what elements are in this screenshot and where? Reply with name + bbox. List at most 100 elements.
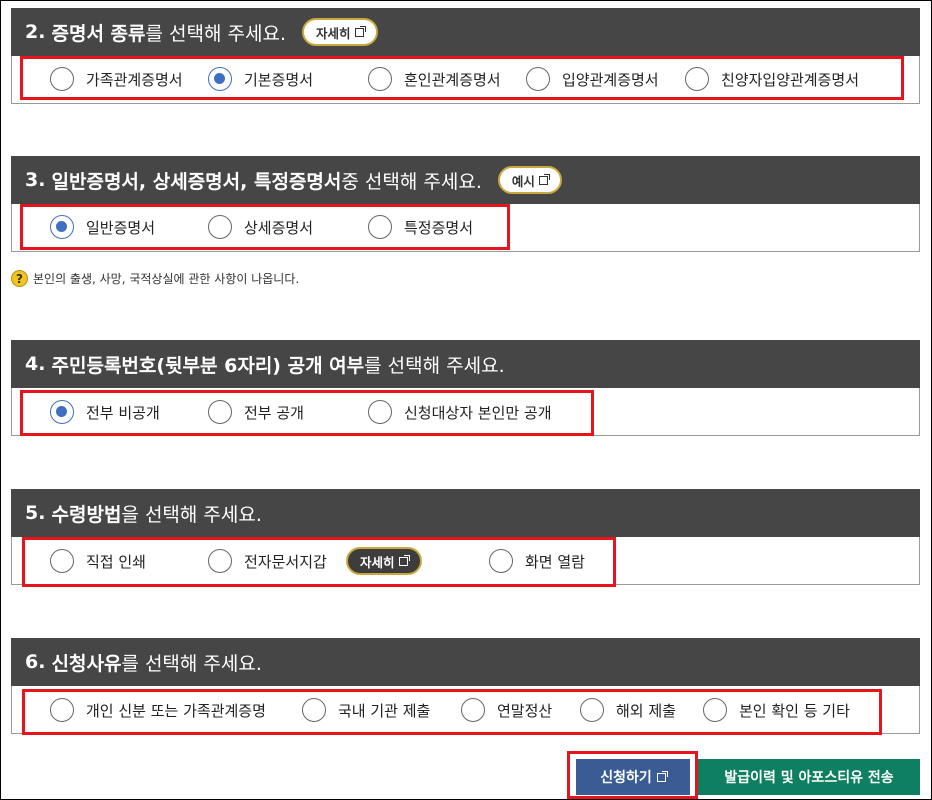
section-number: 2. <box>25 21 46 43</box>
section-options: 가족관계증명서 기본증명서 혼인관계증명서 입양관계증명서 친양자입양관계증명서 <box>11 56 920 104</box>
radio-button[interactable] <box>208 549 232 573</box>
option-label: 특정증명서 <box>404 218 474 237</box>
issue-history-button[interactable]: 발급이력 및 아포스티유 전송 <box>698 759 920 795</box>
radio-option-other[interactable]: 본인 확인 등 기타 <box>703 698 850 722</box>
external-link-icon <box>538 173 550 185</box>
apply-button-label: 신청하기 <box>600 770 652 786</box>
radio-option-full-adoption[interactable]: 친양자입양관계증명서 <box>685 67 859 91</box>
section-header: 4. 주민등록번호(뒷부분 6자리) 공개 여부 를 선택해 주세요. <box>11 340 920 388</box>
details-button-label: 자세히 <box>360 554 395 570</box>
option-label: 기본증명서 <box>244 70 314 89</box>
option-label: 친양자입양관계증명서 <box>721 70 860 89</box>
radio-option-marriage[interactable]: 혼인관계증명서 <box>368 67 501 91</box>
section-title-bold: 일반증명서, 상세증명서, 특정증명서 <box>51 170 342 193</box>
section-title-bold: 신청사유 <box>51 652 122 675</box>
external-link-icon <box>656 770 668 782</box>
option-label: 신청대상자 본인만 공개 <box>404 403 552 422</box>
radio-button[interactable] <box>368 67 392 91</box>
section-resident-number: 4. 주민등록번호(뒷부분 6자리) 공개 여부 를 선택해 주세요. 전부 비공… <box>11 340 920 436</box>
radio-option-tax[interactable]: 연말정산 <box>461 698 552 722</box>
radio-option-general[interactable]: 일반증명서 <box>50 215 155 239</box>
section-number: 6. <box>25 651 46 673</box>
radio-option-screen-view[interactable]: 화면 열람 <box>489 549 585 573</box>
details-button-label: 자세히 <box>316 25 351 41</box>
option-label: 연말정산 <box>497 701 553 720</box>
section-header: 6. 신청사유 를 선택해 주세요. <box>11 638 920 686</box>
help-note-text: 본인의 출생, 사망, 국적상실에 관한 사항이 나옵니다. <box>33 272 300 286</box>
option-label: 화면 열람 <box>525 552 585 571</box>
section-receive-method: 5. 수령방법 을 선택해 주세요. 직접 인쇄 전자문서지갑 자세히 화면 열람 <box>11 489 920 587</box>
radio-option-family-relation[interactable]: 가족관계증명서 <box>50 67 183 91</box>
radio-button[interactable] <box>50 215 74 239</box>
radio-button[interactable] <box>50 67 74 91</box>
radio-button[interactable] <box>208 67 232 91</box>
radio-button[interactable] <box>703 698 727 722</box>
section-number: 3. <box>25 169 46 191</box>
details-button[interactable]: 자세히 <box>302 18 378 46</box>
issue-history-button-label: 발급이력 및 아포스티유 전송 <box>724 770 894 786</box>
section-options: 직접 인쇄 전자문서지갑 자세히 화면 열람 <box>11 537 920 587</box>
example-button[interactable]: 예시 <box>497 166 562 194</box>
radio-option-basic[interactable]: 기본증명서 <box>208 67 313 91</box>
option-label: 전부 공개 <box>244 403 304 422</box>
option-label: 상세증명서 <box>244 218 314 237</box>
section-title-bold: 증명서 종류 <box>51 22 146 45</box>
section-number: 5. <box>25 502 46 524</box>
radio-option-self-only[interactable]: 신청대상자 본인만 공개 <box>368 400 552 424</box>
option-label: 혼인관계증명서 <box>404 70 501 89</box>
e-wallet-details-button[interactable]: 자세히 <box>346 547 422 575</box>
section-title-rest: 를 선택해 주세요. <box>145 22 286 45</box>
option-label: 직접 인쇄 <box>86 552 146 571</box>
radio-button[interactable] <box>685 67 709 91</box>
radio-button[interactable] <box>50 549 74 573</box>
section-title-bold: 수령방법 <box>51 503 122 526</box>
section-title-rest: 중 선택해 주세요. <box>341 170 482 193</box>
section-header: 5. 수령방법 을 선택해 주세요. <box>11 489 920 537</box>
radio-option-identity[interactable]: 개인 신분 또는 가족관계증명 <box>50 698 266 722</box>
radio-option-domestic[interactable]: 국내 기관 제출 <box>302 698 430 722</box>
option-label: 전자문서지갑 <box>244 552 327 571</box>
question-icon: ? <box>11 270 28 287</box>
example-button-label: 예시 <box>511 173 535 189</box>
section-title-rest: 를 선택해 주세요. <box>364 354 505 377</box>
radio-button[interactable] <box>50 698 74 722</box>
radio-button[interactable] <box>461 698 485 722</box>
radio-option-overseas[interactable]: 해외 제출 <box>580 698 676 722</box>
section-certificate-detail: 3. 일반증명서, 상세증명서, 특정증명서 중 선택해 주세요. 예시 일반증… <box>11 156 920 252</box>
section-title-bold: 주민등록번호(뒷부분 6자리) 공개 여부 <box>51 354 365 377</box>
radio-button[interactable] <box>208 400 232 424</box>
apply-button[interactable]: 신청하기 <box>576 759 690 795</box>
section-certificate-type: 2. 증명서 종류 를 선택해 주세요. 자세히 가족관계증명서 기본증명서 혼인… <box>11 8 920 104</box>
section-application-reason: 6. 신청사유 를 선택해 주세요. 개인 신분 또는 가족관계증명 국내 기관 … <box>11 638 920 735</box>
radio-option-all-private[interactable]: 전부 비공개 <box>50 400 160 424</box>
option-label: 해외 제출 <box>616 701 676 720</box>
radio-option-e-wallet[interactable]: 전자문서지갑 <box>208 549 327 573</box>
option-label: 국내 기관 제출 <box>338 701 431 720</box>
option-label: 본인 확인 등 기타 <box>739 701 850 720</box>
radio-button[interactable] <box>50 400 74 424</box>
radio-option-detailed[interactable]: 상세증명서 <box>208 215 313 239</box>
radio-button[interactable] <box>208 215 232 239</box>
section-options: 전부 비공개 전부 공개 신청대상자 본인만 공개 <box>11 388 920 436</box>
section-options: 일반증명서 상세증명서 특정증명서 <box>11 204 920 252</box>
section-title-rest: 을 선택해 주세요. <box>121 503 262 526</box>
option-label: 가족관계증명서 <box>86 70 183 89</box>
help-note: ? 본인의 출생, 사망, 국적상실에 관한 사항이 나옵니다. <box>11 270 299 287</box>
radio-button[interactable] <box>489 549 513 573</box>
radio-option-all-public[interactable]: 전부 공개 <box>208 400 304 424</box>
radio-button[interactable] <box>526 67 550 91</box>
section-options: 개인 신분 또는 가족관계증명 국내 기관 제출 연말정산 해외 제출 본인 확… <box>11 686 920 735</box>
option-label: 일반증명서 <box>86 218 156 237</box>
radio-option-print[interactable]: 직접 인쇄 <box>50 549 146 573</box>
radio-button[interactable] <box>368 400 392 424</box>
radio-option-adoption[interactable]: 입양관계증명서 <box>526 67 659 91</box>
radio-option-specific[interactable]: 특정증명서 <box>368 215 473 239</box>
radio-button[interactable] <box>302 698 326 722</box>
radio-button[interactable] <box>580 698 604 722</box>
section-header: 3. 일반증명서, 상세증명서, 특정증명서 중 선택해 주세요. 예시 <box>11 156 920 204</box>
option-label: 전부 비공개 <box>86 403 160 422</box>
section-header: 2. 증명서 종류 를 선택해 주세요. 자세히 <box>11 8 920 56</box>
external-link-icon <box>354 25 366 37</box>
external-link-icon <box>398 554 410 566</box>
radio-button[interactable] <box>368 215 392 239</box>
